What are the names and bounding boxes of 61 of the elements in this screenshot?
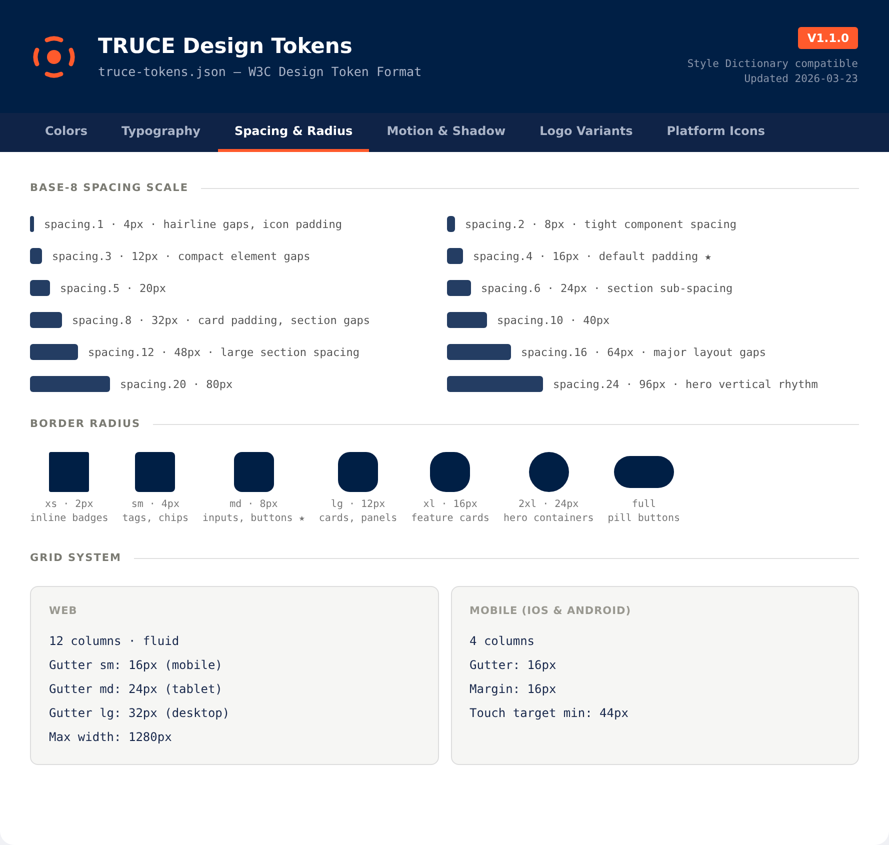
spacing-bar xyxy=(30,248,42,264)
spacing-token-label: spacing.16 · 64px · major layout gaps xyxy=(521,346,766,358)
section-heading: BORDER RADIUS xyxy=(30,418,141,430)
grid-spec-line: Max width: 1280px xyxy=(49,729,173,746)
radius-sample-shape xyxy=(135,452,176,492)
spacing-bar xyxy=(447,344,511,360)
radius-sample-shape xyxy=(338,452,378,492)
spacing-token-label: spacing.8 · 32px · card padding, section gaps xyxy=(72,314,370,326)
spacing-token-label: spacing.6 · 24px · section sub-spacing xyxy=(481,282,733,294)
spacing-token-label: spacing.4 · 16px · default padding ★ xyxy=(473,250,712,262)
section-heading: BASE-8 SPACING SCALE xyxy=(30,182,189,194)
radius-sample-shape xyxy=(614,456,674,488)
radius-sample-shape xyxy=(528,452,569,492)
card-title: MOBILE (IOS & ANDROID) xyxy=(470,605,632,617)
tab[interactable]: Logo Variants xyxy=(524,113,649,152)
radius-sample-shape xyxy=(49,452,90,492)
tab[interactable]: Typography xyxy=(105,113,216,152)
grid-spec-line: Touch target min: 44px xyxy=(470,705,630,722)
spacing-bar xyxy=(447,280,471,296)
logo-icon xyxy=(31,34,77,80)
radius-token-label: sm · 4px tags, chips xyxy=(122,498,189,526)
grid-spec-line: Gutter sm: 16px (mobile) xyxy=(49,657,224,674)
version-badge: V1.1.0 xyxy=(798,26,858,48)
radius-token-label: xs · 2px inline badges xyxy=(30,498,108,526)
tab[interactable]: Colors xyxy=(29,113,104,152)
radius-token-label: xl · 16px feature cards xyxy=(411,498,490,526)
spacing-token-label: spacing.3 · 12px · compact element gaps xyxy=(52,250,310,262)
radius-sample-shape xyxy=(234,452,274,492)
spacing-token-label: spacing.20 · 80px xyxy=(120,378,233,390)
spacing-bar xyxy=(447,248,463,264)
section-heading: GRID SYSTEM xyxy=(30,552,122,564)
grid-spec-line: Margin: 16px xyxy=(470,681,558,698)
updated-date: Updated 2026-03-23 xyxy=(744,72,858,86)
card-title: WEB xyxy=(49,605,78,617)
spacing-token-label: spacing.10 · 40px xyxy=(497,314,610,326)
radius-token-label: full pill buttons xyxy=(608,498,680,526)
spacing-bar xyxy=(30,216,34,232)
grid-spec-line: 4 columns xyxy=(470,633,536,650)
compatibility-note: Style Dictionary compatible xyxy=(687,56,858,72)
app-title: TRUCE Design Tokens xyxy=(98,34,354,58)
tab[interactable]: Motion & Shadow xyxy=(370,113,522,152)
spacing-bar xyxy=(30,280,50,296)
radius-token-label: 2xl · 24px hero containers xyxy=(503,498,594,526)
grid-spec-line: Gutter lg: 32px (desktop) xyxy=(49,705,231,722)
spacing-token-label: spacing.2 · 8px · tight component spacing xyxy=(465,218,737,230)
radius-token-label: md · 8px inputs, buttons ★ xyxy=(202,498,305,526)
grid-spec-line: Gutter: 16px xyxy=(470,657,558,674)
grid-spec-line: Gutter md: 24px (tablet) xyxy=(49,681,224,698)
radius-sample-shape xyxy=(430,452,470,492)
spacing-token-label: spacing.24 · 96px · hero vertical rhythm xyxy=(553,378,818,390)
spacing-bar xyxy=(30,344,78,360)
spacing-token-label: spacing.5 · 20px xyxy=(60,282,166,294)
radius-token-label: lg · 12px cards, panels xyxy=(318,498,398,526)
tab[interactable]: Platform Icons xyxy=(650,113,782,152)
spacing-token-label: spacing.1 · 4px · hairline gaps, icon padding xyxy=(44,218,342,230)
grid-spec-line: 12 columns · fluid xyxy=(49,633,180,650)
spacing-bar xyxy=(447,216,455,232)
app-subtitle: truce-tokens.json — W3C Design Token Format xyxy=(98,64,423,79)
spacing-bar xyxy=(30,312,62,328)
spacing-token-label: spacing.12 · 48px · large section spacing xyxy=(88,346,360,358)
spacing-bar xyxy=(447,312,487,328)
